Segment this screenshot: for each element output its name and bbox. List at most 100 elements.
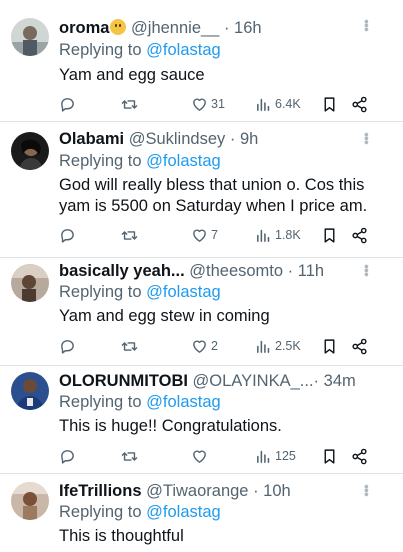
tweet-actions: 7 1.8K	[59, 225, 379, 245]
view-count: 2.5K	[275, 339, 301, 353]
reply-tweet[interactable]: basically yeah... @theesomto · 11h ••• R…	[0, 258, 403, 366]
display-name[interactable]: oroma	[59, 19, 109, 37]
share-button[interactable]	[351, 225, 368, 245]
tweet-text: God will really bless that union o. Cos …	[59, 176, 368, 215]
reply-button[interactable]	[59, 225, 76, 245]
replying-to: Replying to @folastag	[59, 392, 221, 412]
display-name[interactable]: Olabami	[59, 130, 124, 148]
separator-dot: ·	[287, 262, 294, 280]
reply-icon	[61, 449, 74, 464]
mention-link[interactable]: @folastag	[146, 152, 221, 170]
reply-tweet[interactable]: Olabami @Suklindsey · 9h ••• Replying to…	[0, 122, 403, 258]
reply-tweet[interactable]: OLORUNMITOBI @OLAYINKA_...· 34m Replying…	[0, 366, 403, 474]
share-icon	[352, 227, 367, 243]
bookmark-icon	[324, 338, 335, 354]
tweet-header: oroma @jhennie__ · 16h	[59, 18, 373, 38]
heart-icon	[193, 450, 206, 463]
bookmark-button[interactable]	[321, 94, 338, 114]
like-count: 2	[211, 339, 218, 353]
timestamp[interactable]: 34m	[324, 372, 356, 390]
avatar[interactable]	[11, 18, 49, 56]
view-count: 1.8K	[275, 228, 301, 242]
bookmark-icon	[324, 448, 335, 464]
retweet-icon	[121, 99, 138, 109]
replying-to: Replying to @folastag	[59, 151, 221, 171]
tweet-header: basically yeah... @theesomto · 11h	[59, 261, 373, 281]
share-button[interactable]	[351, 336, 368, 356]
tweet-actions: 125	[59, 446, 379, 466]
like-count: 7	[211, 228, 218, 242]
views-button[interactable]: 1.8K	[255, 225, 301, 245]
like-button[interactable]	[191, 446, 211, 466]
bookmark-icon	[324, 227, 335, 243]
user-handle[interactable]: @Tiwaorange	[146, 482, 248, 500]
views-icon	[257, 98, 270, 111]
retweet-button[interactable]	[121, 225, 138, 245]
avatar[interactable]	[11, 264, 49, 302]
timestamp[interactable]: 16h	[234, 19, 262, 37]
views-button[interactable]: 2.5K	[255, 336, 301, 356]
more-options-icon[interactable]: •••	[359, 19, 375, 31]
retweet-button[interactable]	[121, 446, 138, 466]
tweet-header: IfeTrillions @Tiwaorange · 10h	[59, 481, 373, 501]
retweet-button[interactable]	[121, 336, 138, 356]
mention-link[interactable]: @folastag	[146, 41, 221, 59]
share-icon	[352, 448, 367, 464]
view-count: 125	[275, 449, 296, 463]
bookmark-button[interactable]	[321, 336, 338, 356]
like-button[interactable]: 7	[191, 225, 218, 245]
avatar[interactable]	[11, 372, 49, 410]
reply-tweet[interactable]: oroma @jhennie__ · 16h ••• Replying to @…	[0, 18, 403, 122]
separator-dot: ·	[223, 19, 230, 37]
more-options-icon[interactable]: •••	[359, 132, 375, 144]
retweet-button[interactable]	[121, 94, 138, 114]
more-options-icon[interactable]: •••	[359, 264, 375, 276]
display-name[interactable]: OLORUNMITOBI	[59, 372, 188, 390]
heart-icon	[193, 229, 206, 242]
tweet-text: Yam and egg stew in coming	[59, 307, 270, 325]
reply-button[interactable]	[59, 336, 76, 356]
views-icon	[257, 450, 270, 463]
replying-label: Replying to	[59, 283, 142, 301]
timestamp[interactable]: 11h	[298, 262, 324, 280]
avatar[interactable]	[11, 482, 49, 520]
like-count: 31	[211, 97, 225, 111]
views-icon	[257, 229, 270, 242]
replying-label: Replying to	[59, 41, 142, 59]
views-button[interactable]: 125	[255, 446, 296, 466]
separator-dot: ·	[253, 482, 259, 500]
user-handle[interactable]: @Suklindsey	[129, 130, 226, 148]
reply-button[interactable]	[59, 446, 76, 466]
timestamp[interactable]: 10h	[263, 482, 291, 500]
more-options-icon[interactable]: •••	[359, 484, 375, 496]
bookmark-button[interactable]	[321, 225, 338, 245]
tweet-text: This is huge!! Congratulations.	[59, 417, 282, 435]
share-button[interactable]	[351, 446, 368, 466]
avatar[interactable]	[11, 132, 49, 170]
reply-icon	[61, 228, 74, 243]
reply-button[interactable]	[59, 94, 76, 114]
views-icon	[257, 340, 270, 353]
like-button[interactable]: 31	[191, 94, 225, 114]
mention-link[interactable]: @folastag	[146, 283, 221, 301]
replying-to: Replying to @folastag	[59, 40, 221, 60]
user-handle[interactable]: @jhennie__	[131, 19, 219, 37]
tweet-actions: 2 2.5K	[59, 336, 379, 356]
bookmark-icon	[324, 96, 335, 112]
reply-tweet[interactable]: IfeTrillions @Tiwaorange · 10h ••• Reply…	[0, 474, 403, 552]
display-name[interactable]: basically yeah...	[59, 262, 185, 280]
display-name[interactable]: IfeTrillions	[59, 482, 142, 500]
replying-label: Replying to	[59, 503, 142, 521]
timestamp[interactable]: 9h	[240, 130, 258, 148]
bookmark-button[interactable]	[321, 446, 338, 466]
replying-label: Replying to	[59, 152, 142, 170]
user-handle[interactable]: @OLAYINKA_...	[193, 372, 314, 390]
tweet-header: OLORUNMITOBI @OLAYINKA_...· 34m	[59, 371, 373, 391]
views-button[interactable]: 6.4K	[255, 94, 301, 114]
user-handle[interactable]: @theesomto	[189, 262, 283, 280]
mention-link[interactable]: @folastag	[146, 393, 221, 411]
share-button[interactable]	[351, 94, 368, 114]
share-icon	[352, 96, 367, 112]
like-button[interactable]: 2	[191, 336, 218, 356]
mention-link[interactable]: @folastag	[146, 503, 221, 521]
